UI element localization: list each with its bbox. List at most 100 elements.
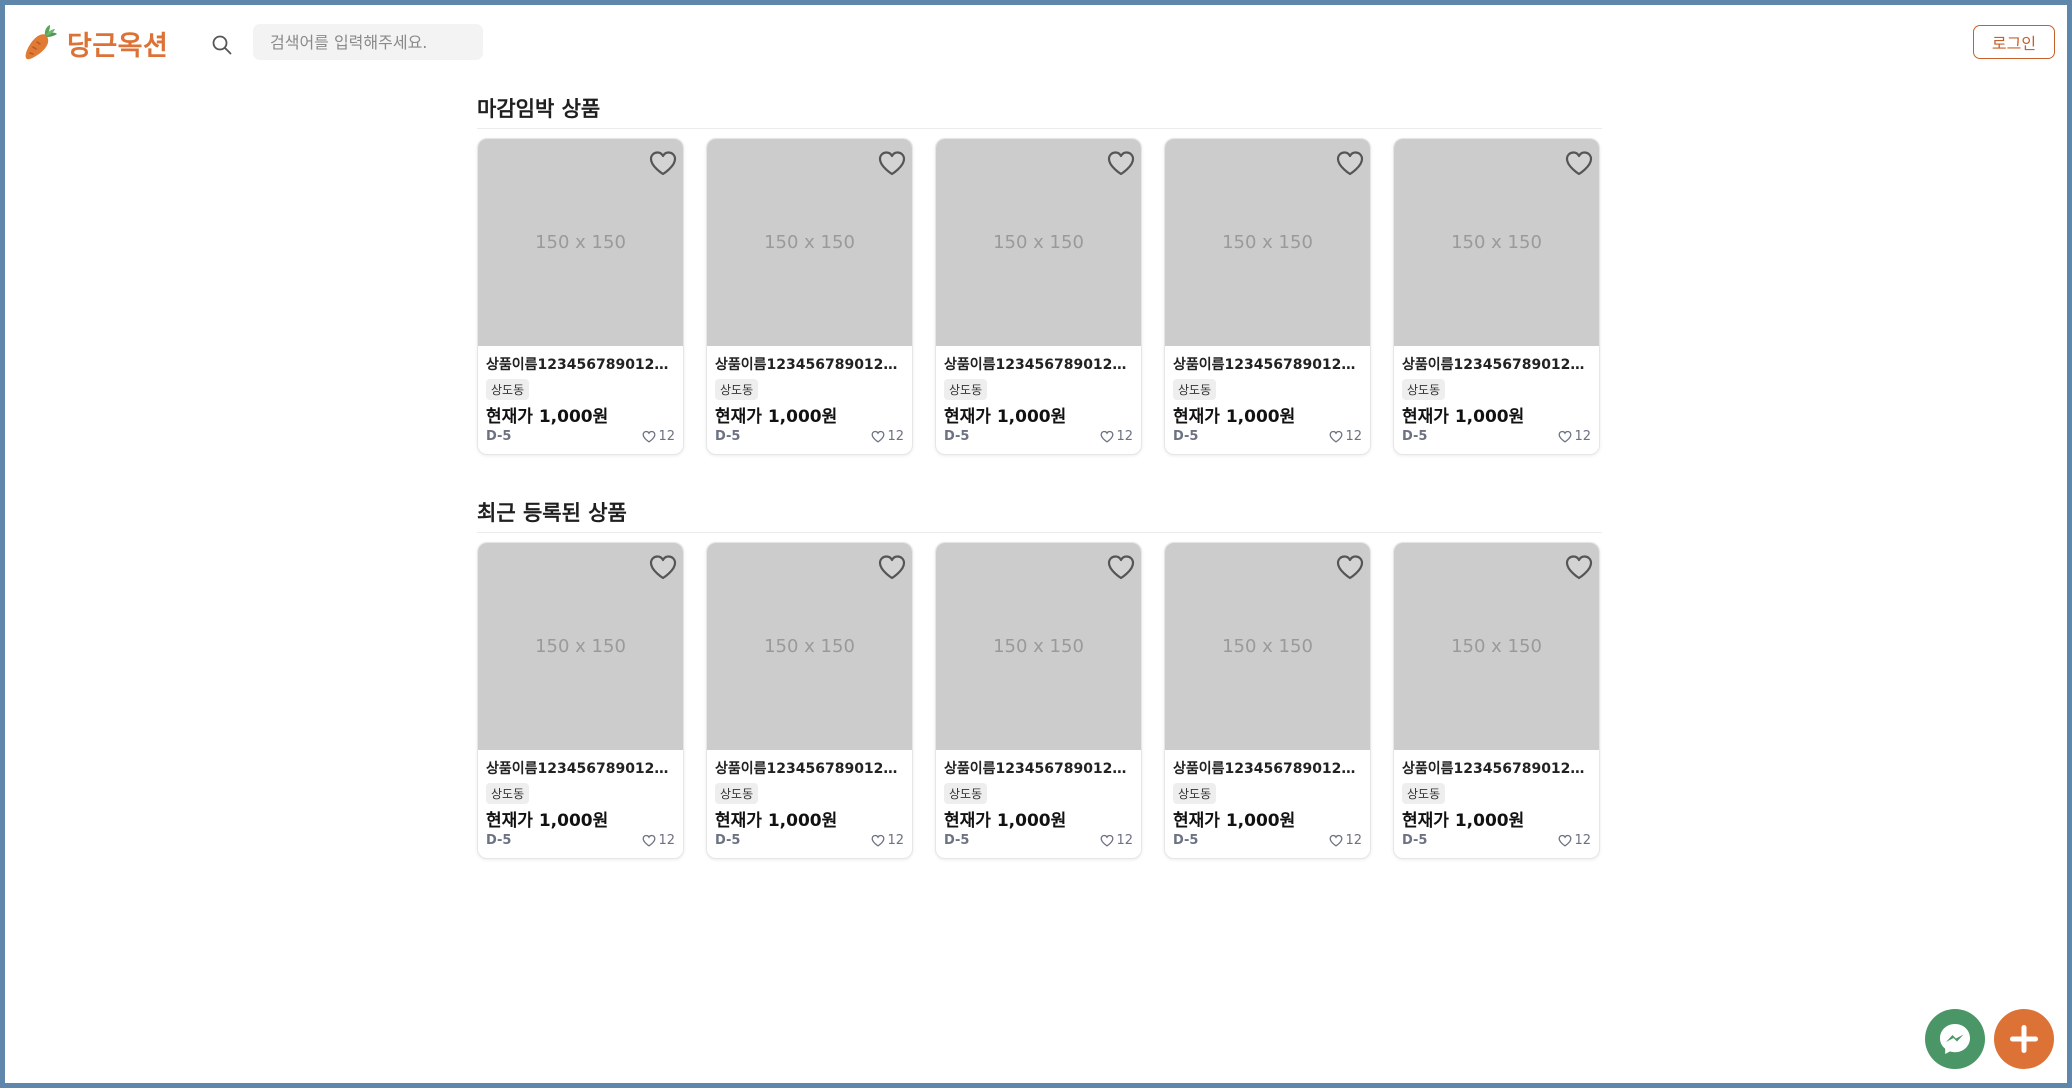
current-price: 현재가 1,000원 bbox=[486, 811, 609, 831]
like-count-value: 12 bbox=[1345, 429, 1362, 444]
current-price: 현재가 1,000원 bbox=[715, 811, 838, 831]
section-title-recent: 최근 등록된 상품 bbox=[477, 501, 627, 525]
product-grid-ending-soon: 150 x 150 상품이름12345678901234... 상도동 현재가 1,0… bbox=[477, 138, 1602, 456]
product-grid-recent: 150 x 150 상품이름12345678901234... 상도동 현재가 1,0… bbox=[477, 542, 1602, 860]
small-heart-icon bbox=[1101, 430, 1114, 443]
product-title: 상품이름12345678901234... bbox=[1173, 761, 1363, 777]
messenger-icon bbox=[1940, 1024, 1970, 1054]
section-title-ending-soon: 마감임박 상품 bbox=[477, 97, 601, 121]
product-title: 상품이름12345678901234... bbox=[1173, 357, 1363, 373]
heart-icon[interactable] bbox=[1335, 553, 1365, 581]
search-icon[interactable] bbox=[211, 34, 233, 56]
like-count: 12 bbox=[1558, 429, 1591, 444]
like-count: 12 bbox=[1329, 429, 1362, 444]
current-price: 현재가 1,000원 bbox=[1402, 811, 1525, 831]
product-card[interactable]: 150 x 150 상품이름12345678901234... 상도동 현재가 1,0… bbox=[706, 542, 913, 859]
like-count-value: 12 bbox=[1574, 429, 1591, 444]
location-badge: 상도동 bbox=[486, 783, 530, 804]
like-count-value: 12 bbox=[1116, 429, 1133, 444]
dday-badge: D-5 bbox=[1402, 833, 1428, 848]
carrot-icon bbox=[25, 25, 57, 60]
top-header: 당근옥션 로그인 bbox=[5, 5, 2067, 81]
dday-badge: D-5 bbox=[1173, 429, 1199, 444]
location-badge: 상도동 bbox=[1402, 379, 1446, 400]
like-count: 12 bbox=[1329, 833, 1362, 848]
product-card[interactable]: 150 x 150 상품이름12345678901234... 상도동 현재가 1,0… bbox=[935, 138, 1142, 455]
like-count: 12 bbox=[871, 429, 904, 444]
product-card[interactable]: 150 x 150 상품이름12345678901234... 상도동 현재가 1,0… bbox=[1393, 542, 1600, 859]
dday-badge: D-5 bbox=[944, 429, 970, 444]
heart-icon[interactable] bbox=[1106, 553, 1136, 581]
dday-badge: D-5 bbox=[486, 833, 512, 848]
product-card[interactable]: 150 x 150 상품이름12345678901234... 상도동 현재가 1,0… bbox=[477, 542, 684, 859]
like-count: 12 bbox=[642, 833, 675, 848]
small-heart-icon bbox=[1101, 834, 1114, 847]
location-badge: 상도동 bbox=[1173, 783, 1217, 804]
plus-icon bbox=[2010, 1025, 2038, 1053]
product-card[interactable]: 150 x 150 상품이름12345678901234... 상도동 현재가 1,0… bbox=[1164, 542, 1371, 859]
logo-text: 당근옥션 bbox=[67, 30, 169, 62]
current-price: 현재가 1,000원 bbox=[715, 407, 838, 427]
current-price: 현재가 1,000원 bbox=[944, 407, 1067, 427]
like-count: 12 bbox=[1100, 429, 1133, 444]
product-title: 상품이름12345678901234... bbox=[486, 357, 676, 373]
dday-badge: D-5 bbox=[715, 833, 741, 848]
like-count: 12 bbox=[1100, 833, 1133, 848]
like-count-value: 12 bbox=[1345, 833, 1362, 848]
dday-badge: D-5 bbox=[1402, 429, 1428, 444]
location-badge: 상도동 bbox=[1402, 783, 1446, 804]
dday-badge: D-5 bbox=[1173, 833, 1199, 848]
product-title: 상품이름12345678901234... bbox=[1402, 761, 1592, 777]
location-badge: 상도동 bbox=[715, 783, 759, 804]
chat-fab-button[interactable] bbox=[1925, 1009, 1985, 1069]
location-badge: 상도동 bbox=[1173, 379, 1217, 400]
search-input[interactable] bbox=[253, 24, 483, 60]
small-heart-icon bbox=[872, 430, 885, 443]
like-count-value: 12 bbox=[1116, 833, 1133, 848]
location-badge: 상도동 bbox=[715, 379, 759, 400]
like-count-value: 12 bbox=[1574, 833, 1591, 848]
small-heart-icon bbox=[1330, 834, 1343, 847]
product-title: 상품이름12345678901234... bbox=[944, 357, 1134, 373]
small-heart-icon bbox=[1559, 430, 1572, 443]
small-heart-icon bbox=[1330, 430, 1343, 443]
heart-icon[interactable] bbox=[1106, 149, 1136, 177]
product-card[interactable]: 150 x 150 상품이름12345678901234... 상도동 현재가 1,0… bbox=[1164, 138, 1371, 455]
dday-badge: D-5 bbox=[715, 429, 741, 444]
like-count-value: 12 bbox=[658, 429, 675, 444]
logo[interactable]: 당근옥션 bbox=[19, 21, 168, 65]
location-badge: 상도동 bbox=[486, 379, 530, 400]
heart-icon[interactable] bbox=[1564, 553, 1594, 581]
heart-icon[interactable] bbox=[1335, 149, 1365, 177]
small-heart-icon bbox=[1559, 834, 1572, 847]
location-badge: 상도동 bbox=[944, 379, 988, 400]
heart-icon[interactable] bbox=[877, 149, 907, 177]
small-heart-icon bbox=[643, 834, 656, 847]
add-product-fab-button[interactable] bbox=[1994, 1009, 2054, 1069]
heart-icon[interactable] bbox=[648, 553, 678, 581]
like-count: 12 bbox=[642, 429, 675, 444]
like-count-value: 12 bbox=[887, 429, 904, 444]
location-badge: 상도동 bbox=[944, 783, 988, 804]
current-price: 현재가 1,000원 bbox=[1173, 407, 1296, 427]
product-card[interactable]: 150 x 150 상품이름12345678901234... 상도동 현재가 1,0… bbox=[706, 138, 913, 455]
login-button[interactable]: 로그인 bbox=[1973, 25, 2055, 59]
product-title: 상품이름12345678901234... bbox=[715, 357, 905, 373]
heart-icon[interactable] bbox=[648, 149, 678, 177]
small-heart-icon bbox=[643, 430, 656, 443]
current-price: 현재가 1,000원 bbox=[1173, 811, 1296, 831]
product-card[interactable]: 150 x 150 상품이름12345678901234... 상도동 현재가 1,0… bbox=[1393, 138, 1600, 455]
current-price: 현재가 1,000원 bbox=[1402, 407, 1525, 427]
app-window: 당근옥션 로그인 마감임박 상품 150 x 150상품이름1234567890… bbox=[5, 5, 2067, 1083]
like-count-value: 12 bbox=[658, 833, 675, 848]
product-card[interactable]: 150 x 150 상품이름12345678901234... 상도동 현재가 1,0… bbox=[477, 138, 684, 455]
like-count: 12 bbox=[1558, 833, 1591, 848]
current-price: 현재가 1,000원 bbox=[944, 811, 1067, 831]
like-count-value: 12 bbox=[887, 833, 904, 848]
heart-icon[interactable] bbox=[877, 553, 907, 581]
heart-icon[interactable] bbox=[1564, 149, 1594, 177]
product-card[interactable]: 150 x 150 상품이름12345678901234... 상도동 현재가 1,0… bbox=[935, 542, 1142, 859]
small-heart-icon bbox=[872, 834, 885, 847]
dday-badge: D-5 bbox=[486, 429, 512, 444]
current-price: 현재가 1,000원 bbox=[486, 407, 609, 427]
